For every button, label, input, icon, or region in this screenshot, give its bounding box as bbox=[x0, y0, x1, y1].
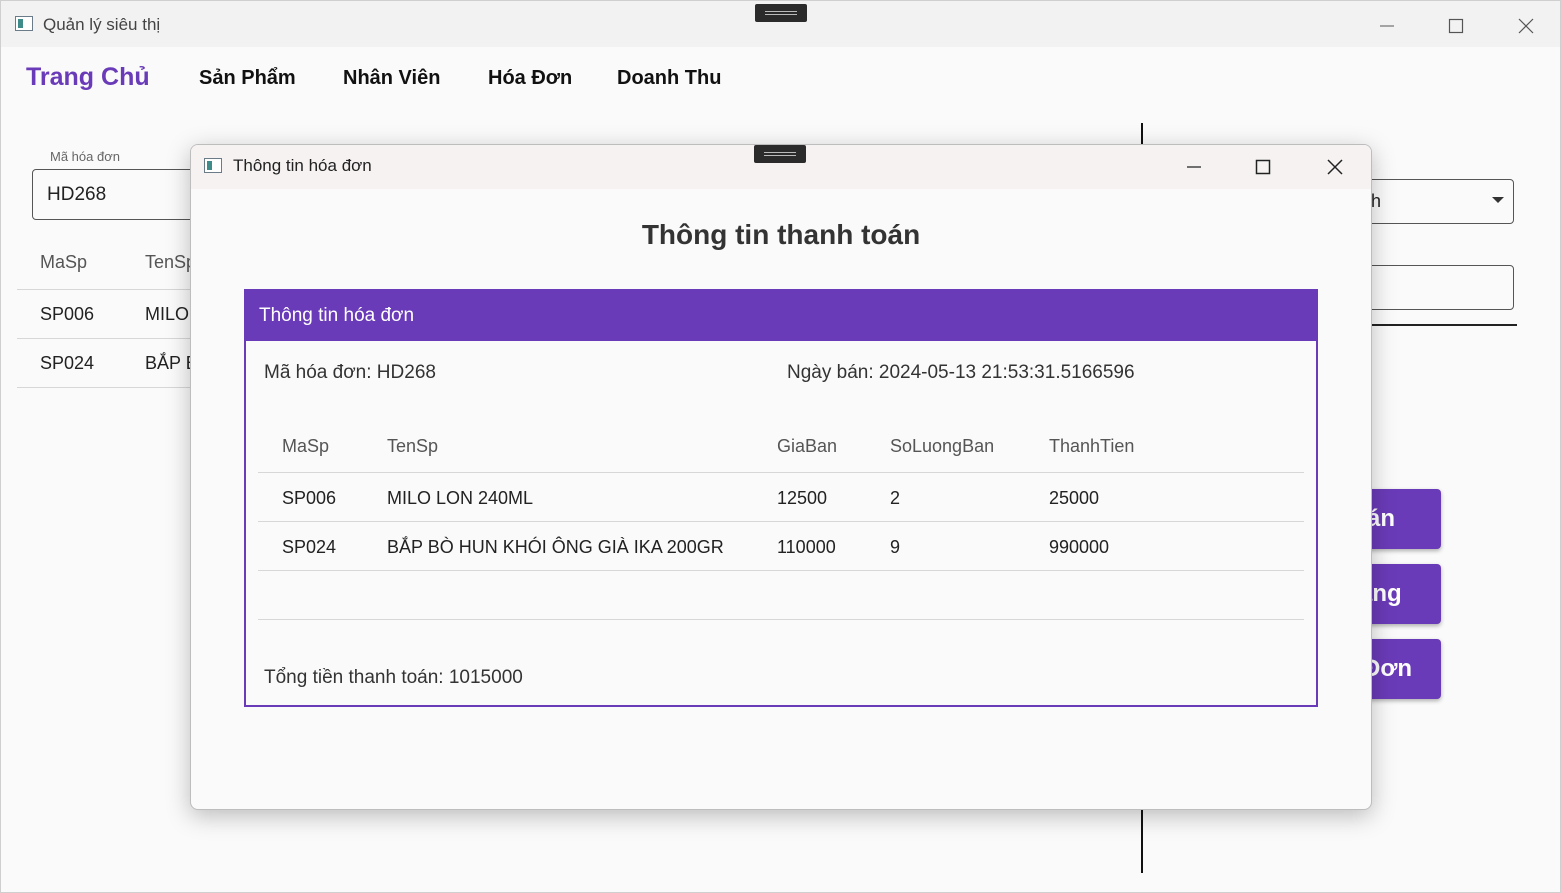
row-1-thanhtien[interactable]: 25000 bbox=[1049, 488, 1099, 509]
header-giaban: GiaBan bbox=[777, 436, 838, 456]
table-divider bbox=[258, 521, 1304, 522]
nav-san-pham[interactable]: Sản Phẩm bbox=[199, 67, 296, 90]
table-divider bbox=[258, 619, 1304, 620]
invoice-card: Thông tin hóa đơn Mã hóa đơn: HD268 Ngày… bbox=[244, 289, 1318, 707]
row-2-giaban[interactable]: 110000 bbox=[777, 537, 836, 558]
maximize-icon bbox=[1255, 159, 1271, 175]
row-2-thanhtien[interactable]: 990000 bbox=[1049, 537, 1109, 558]
main-window-title: Quản lý siêu thị bbox=[43, 15, 161, 34]
invoice-id-text: Mã hóa đơn: HD268 bbox=[264, 362, 436, 383]
nav-hoa-don[interactable]: Hóa Đơn bbox=[488, 67, 572, 90]
maximize-button[interactable] bbox=[1436, 11, 1476, 41]
bg-header-tensp: TenSp bbox=[145, 252, 197, 272]
drag-handle-icon[interactable] bbox=[754, 145, 806, 163]
minimize-icon bbox=[1187, 166, 1201, 168]
column-separator bbox=[1141, 809, 1143, 873]
invoice-field-label: Mã hóa đơn bbox=[50, 149, 120, 164]
row-1-masp[interactable]: SP006 bbox=[282, 488, 336, 509]
bg-table-divider bbox=[17, 289, 197, 290]
invoice-dialog: Thông tin hóa đơn Thông tin thanh toán T… bbox=[190, 144, 1372, 810]
dialog-heading: Thông tin thanh toán bbox=[641, 219, 921, 250]
bg-row-1-masp[interactable]: SP006 bbox=[40, 304, 94, 325]
dialog-minimize-button[interactable] bbox=[1174, 152, 1214, 182]
close-button[interactable] bbox=[1506, 11, 1546, 41]
close-icon bbox=[1327, 159, 1343, 175]
row-1-giaban[interactable]: 12500 bbox=[777, 488, 827, 509]
bg-table-divider bbox=[17, 387, 197, 388]
dialog-close-button[interactable] bbox=[1315, 152, 1355, 182]
row-2-masp[interactable]: SP024 bbox=[282, 537, 336, 558]
header-soluongban: SoLuongBan bbox=[890, 436, 995, 456]
nav-trang-chu[interactable]: Trang Chủ bbox=[26, 63, 150, 92]
close-icon bbox=[1518, 18, 1534, 34]
bg-row-2-masp[interactable]: SP024 bbox=[40, 353, 94, 374]
invoice-input-value: HD268 bbox=[47, 184, 107, 205]
header-thanhtien: ThanhTien bbox=[1049, 436, 1135, 456]
bg-select-value: h bbox=[1371, 191, 1382, 211]
dropdown-caret-icon bbox=[1492, 197, 1504, 203]
table-divider bbox=[258, 570, 1304, 571]
bg-table-divider bbox=[17, 338, 197, 339]
maximize-icon bbox=[1448, 18, 1464, 34]
nav-doanh-thu[interactable]: Doanh Thu bbox=[617, 67, 721, 90]
row-2-tensp[interactable]: BẮP BÒ HUN KHÓI ÔNG GIÀ IKA 200GR bbox=[387, 537, 724, 558]
bg-row-1-tensp[interactable]: MILO bbox=[145, 304, 189, 325]
card-header: Thông tin hóa đơn bbox=[246, 291, 1316, 341]
table-divider bbox=[258, 472, 1304, 473]
minimize-icon bbox=[1380, 25, 1394, 27]
column-separator bbox=[1141, 123, 1143, 145]
sale-date-text: Ngày bán: 2024-05-13 21:53:31.5166596 bbox=[787, 362, 1135, 383]
header-tensp: TenSp bbox=[387, 436, 439, 456]
bg-header-masp: MaSp bbox=[40, 252, 88, 272]
minimize-button[interactable] bbox=[1367, 11, 1407, 41]
app-icon bbox=[15, 16, 33, 31]
app-icon bbox=[204, 158, 222, 173]
row-1-tensp[interactable]: MILO LON 240ML bbox=[387, 488, 533, 509]
dialog-title: Thông tin hóa đơn bbox=[233, 156, 372, 175]
dialog-maximize-button[interactable] bbox=[1243, 152, 1283, 182]
header-masp: MaSp bbox=[282, 436, 330, 456]
drag-handle-icon[interactable] bbox=[755, 4, 807, 22]
row-1-soluongban[interactable]: 2 bbox=[890, 488, 900, 509]
nav-nhan-vien[interactable]: Nhân Viên bbox=[343, 67, 440, 90]
row-2-soluongban[interactable]: 9 bbox=[890, 537, 900, 558]
total-text: Tổng tiền thanh toán: 1015000 bbox=[264, 667, 523, 688]
